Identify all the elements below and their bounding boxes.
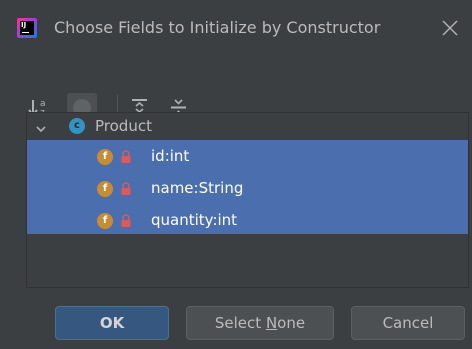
field-label: name:String (151, 179, 244, 197)
ok-button[interactable]: OK (55, 306, 169, 340)
select-none-mnemonic: N (265, 314, 278, 332)
tree-item-field[interactable]: f quantity:int (27, 204, 468, 234)
field-icon: f (97, 181, 113, 197)
tree-item-field[interactable]: f id:int (27, 140, 468, 172)
select-none-button[interactable]: Select None (186, 306, 334, 340)
app-icon-text: IJ (21, 21, 27, 29)
intellij-idea-icon: IJ (17, 18, 37, 38)
dialog-title: Choose Fields to Initialize by Construct… (54, 18, 381, 37)
choose-fields-dialog: IJ Choose Fields to Initialize by Constr… (0, 0, 472, 349)
tree-item-field[interactable]: f name:String (27, 172, 468, 204)
chevron-down-icon[interactable] (35, 120, 47, 133)
tree-root-label: Product (95, 117, 152, 135)
select-none-suffix: one (277, 314, 306, 332)
field-icon: f (97, 149, 113, 165)
field-label: quantity:int (151, 211, 238, 229)
field-icon-letter: f (102, 151, 108, 162)
close-button[interactable] (437, 15, 463, 41)
field-icon-letter: f (102, 215, 108, 226)
class-icon-letter: c (74, 120, 80, 131)
field-icon-letter: f (102, 183, 108, 194)
cancel-button[interactable]: Cancel (351, 306, 465, 340)
close-icon (442, 20, 458, 36)
field-label: id:int (151, 147, 190, 165)
field-icon: f (97, 213, 113, 229)
fields-tree[interactable]: c Product f id:int f name:String f quant… (26, 112, 469, 288)
private-lock-icon (121, 214, 131, 227)
private-lock-icon (121, 182, 131, 195)
tree-root-product[interactable]: c Product (27, 113, 468, 140)
class-icon: c (69, 118, 85, 134)
private-lock-icon (121, 150, 131, 163)
select-none-prefix: Select (214, 314, 266, 332)
title-bar: IJ Choose Fields to Initialize by Constr… (0, 0, 472, 62)
